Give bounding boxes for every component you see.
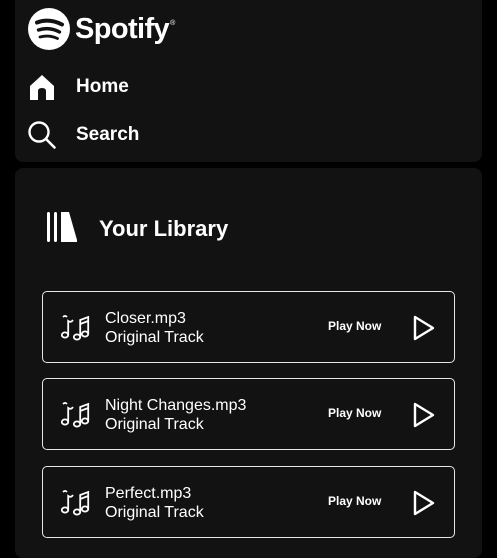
library-panel: Your Library Closer.mp3 Original Track P… <box>15 168 482 558</box>
play-now-button[interactable]: Play Now <box>328 494 381 508</box>
spotify-logo[interactable]: Spotify ® <box>27 6 178 52</box>
nav-panel: Spotify ® Home Search <box>15 0 482 162</box>
music-note-icon <box>60 487 90 517</box>
library-title: Your Library <box>99 216 229 241</box>
track-subtitle: Original Track <box>105 416 204 433</box>
track-name: Night Changes.mp3 <box>105 397 247 414</box>
registered-mark: ® <box>170 19 176 27</box>
track-name: Perfect.mp3 <box>105 485 192 502</box>
search-icon <box>27 120 57 150</box>
home-icon <box>27 72 57 102</box>
play-now-button[interactable]: Play Now <box>328 319 381 333</box>
music-note-icon <box>60 312 90 342</box>
logo-wordmark: Spotify <box>75 12 170 45</box>
track-subtitle: Original Track <box>105 504 204 521</box>
nav-item-home[interactable]: Home <box>27 69 129 105</box>
nav-home-label: Home <box>76 76 129 97</box>
track-meta: Night Changes.mp3 Original Track <box>105 396 246 434</box>
track-meta: Perfect.mp3 Original Track <box>105 484 204 522</box>
track-subtitle: Original Track <box>105 329 204 346</box>
library-header[interactable]: Your Library <box>45 210 228 248</box>
library-icon <box>45 210 79 249</box>
play-icon[interactable] <box>412 402 436 428</box>
track-card[interactable]: Perfect.mp3 Original Track Play Now <box>42 466 455 538</box>
play-icon[interactable] <box>412 490 436 516</box>
nav-item-search[interactable]: Search <box>27 117 139 153</box>
track-card[interactable]: Night Changes.mp3 Original Track Play No… <box>42 378 455 450</box>
music-note-icon <box>60 399 90 429</box>
track-meta: Closer.mp3 Original Track <box>105 309 204 347</box>
nav-search-label: Search <box>76 124 140 145</box>
play-now-button[interactable]: Play Now <box>328 406 381 420</box>
track-card[interactable]: Closer.mp3 Original Track Play Now <box>42 291 455 363</box>
play-icon[interactable] <box>412 315 436 341</box>
track-name: Closer.mp3 <box>105 310 186 327</box>
spotify-logo-icon <box>28 8 70 50</box>
